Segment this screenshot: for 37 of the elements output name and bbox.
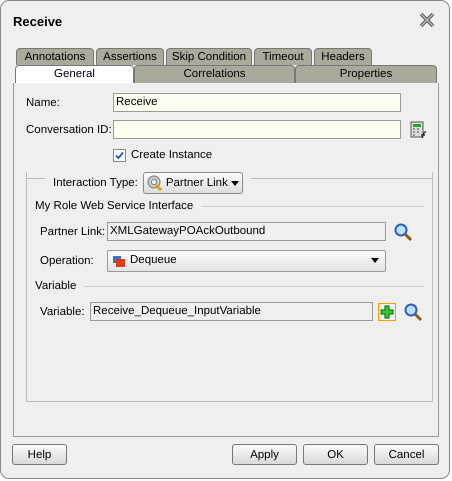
field-label: Partner Link: [40, 226, 106, 238]
help-button[interactable]: Help [12, 444, 67, 465]
dialog-button[interactable]: OK [303, 444, 368, 465]
tab[interactable]: Correlations [134, 65, 295, 83]
caret-icon [230, 180, 239, 186]
operation-icon [112, 254, 126, 268]
interaction-type-dropdown[interactable]: Partner Link [142, 172, 243, 194]
section-title: My Role Web Service Interface [35, 200, 194, 212]
tab[interactable]: Properties [295, 65, 437, 83]
tab[interactable]: Skip Condition [166, 48, 252, 65]
close-icon[interactable] [419, 12, 435, 28]
search-icon[interactable] [403, 302, 423, 322]
dialog-button[interactable]: Apply [232, 444, 297, 465]
dialog-button[interactable]: Cancel [374, 444, 439, 465]
window-title: Receive [13, 14, 64, 28]
checkbox[interactable] [113, 148, 126, 162]
tab[interactable]: Headers [314, 48, 372, 65]
tab[interactable]: Assertions [96, 48, 164, 65]
field-label: Name: [26, 96, 61, 108]
search-icon[interactable] [393, 222, 413, 242]
field-label: Variable: [40, 306, 86, 318]
field-label: Conversation ID: [26, 124, 113, 136]
caret-icon [371, 258, 379, 263]
variable-field[interactable]: Receive_Dequeue_InputVariable [90, 302, 373, 321]
conversation-id-field[interactable] [113, 120, 401, 139]
section-title: Variable [35, 280, 76, 292]
tab[interactable]: Timeout [254, 48, 312, 65]
calculator-icon[interactable] [410, 120, 428, 138]
interaction-type-label: Interaction Type: [53, 177, 138, 189]
plus-icon[interactable] [378, 302, 396, 320]
partner-link-field[interactable]: XMLGatewayPOAckOutbound [107, 222, 386, 241]
field-label: Operation: [40, 254, 95, 266]
checkbox-label: Create Instance [131, 149, 212, 161]
name-field[interactable]: Receive [113, 93, 401, 112]
tab[interactable]: General [15, 65, 134, 83]
operation-dropdown[interactable]: Dequeue [107, 250, 386, 272]
tab[interactable]: Annotations [16, 48, 94, 65]
